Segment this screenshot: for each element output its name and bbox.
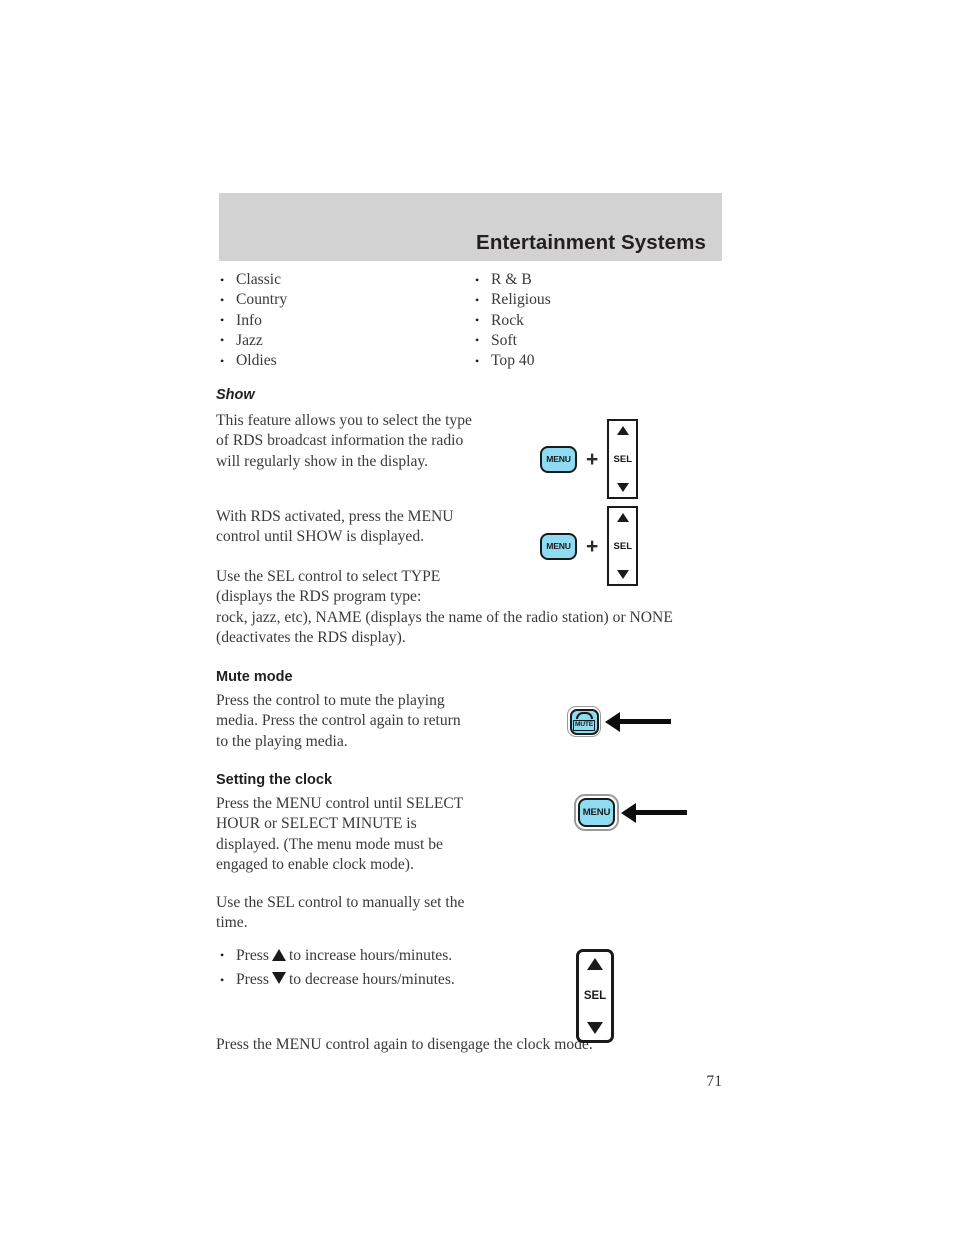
phone-handset-icon (575, 712, 593, 720)
show-paragraph-2: With RDS activated, press the MENU contr… (216, 508, 454, 546)
mute-block: Press the control to mute the playing me… (216, 691, 722, 771)
page-title: Entertainment Systems (476, 231, 706, 254)
decrease-label: to decrease hours/minutes. (288, 971, 455, 989)
pointer-arrow-icon (605, 711, 671, 732)
page-content: Classic Country Info Jazz Oldies R & B R… (216, 269, 722, 1099)
footer: 71 (216, 1055, 722, 1099)
triangle-up-icon (271, 948, 286, 961)
menu-button-graphic: MENU (574, 794, 687, 832)
menu-button[interactable]: MENU (540, 532, 577, 560)
pointer-arrow-icon (621, 802, 687, 823)
genre-column-right: R & B Religious Rock Soft Top 40 (471, 269, 551, 372)
manual-page: Entertainment Systems Classic Country In… (0, 0, 954, 1235)
list-item-decrease: Press to decrease hours/minutes. (216, 970, 722, 991)
list-item: Jazz (216, 330, 287, 351)
sel-control[interactable]: SEL (607, 506, 639, 586)
triangle-up-icon[interactable] (616, 426, 629, 435)
mute-label: MUTE (572, 720, 596, 731)
list-item: Soft (471, 330, 551, 351)
list-item: Rock (471, 310, 551, 331)
triangle-down-icon[interactable] (587, 1022, 603, 1035)
list-item: Religious (471, 290, 551, 311)
triangle-up-icon[interactable] (616, 513, 629, 522)
clock-paragraph-1: Press the MENU control until SELECT HOUR… (216, 795, 464, 874)
menu-button[interactable]: MENU (540, 445, 577, 473)
triangle-down-icon[interactable] (616, 483, 629, 492)
list-item: Country (216, 290, 287, 311)
list-item: R & B (471, 269, 551, 290)
sel-control-graphic: SEL (576, 949, 614, 1044)
mute-graphic: MUTE (567, 706, 671, 738)
list-item: Top 40 (471, 351, 551, 372)
clock-block-2: Use the SEL control to manually set the … (216, 893, 722, 1044)
genre-list-left: Classic Country Info Jazz Oldies (216, 269, 287, 372)
arrow-head (621, 802, 636, 823)
sel-label: SEL (613, 453, 632, 465)
page-number: 71 (706, 1073, 722, 1091)
section-heading-mute: Mute mode (216, 669, 293, 686)
sel-control[interactable]: SEL (576, 949, 614, 1044)
menu-button-face: MENU (578, 798, 615, 828)
plus-icon: + (586, 534, 599, 558)
list-item-increase: Press to increase hours/minutes. (216, 945, 722, 966)
plus-icon: + (586, 447, 599, 471)
menu-plus-sel-graphic-2: MENU + SEL (540, 506, 639, 586)
mute-paragraph-1: Press the control to mute the playing me… (216, 692, 461, 750)
increase-label: to increase hours/minutes. (288, 946, 453, 964)
sel-control[interactable]: SEL (607, 419, 639, 499)
clock-paragraph-2: Use the SEL control to manually set the … (216, 894, 465, 932)
show-paragraph-4: rock, jazz, etc), NAME (displays the nam… (216, 608, 673, 646)
section-heading-clock: Setting the clock (216, 772, 333, 789)
press-label: Press (236, 946, 269, 964)
list-item: Info (216, 310, 287, 331)
menu-plus-sel-graphic-1: MENU + SEL (540, 419, 639, 499)
section-heading-show: Show (216, 387, 255, 403)
arrow-shaft (620, 719, 671, 724)
triangle-down-icon (271, 972, 286, 985)
triangle-up-icon[interactable] (587, 958, 603, 971)
sel-label: SEL (583, 990, 607, 1003)
clock-steps-list: Press to increase hours/minutes. Press to … (216, 945, 722, 991)
show-paragraph-1: This feature allows you to select the ty… (216, 412, 472, 470)
menu-button[interactable]: MENU (574, 794, 619, 832)
arrow-head (605, 711, 620, 732)
show-paragraph-3: Use the SEL control to select TYPE (disp… (216, 568, 441, 606)
sel-label: SEL (613, 540, 632, 552)
press-label: Press (236, 971, 269, 989)
page-header-band: Entertainment Systems (219, 193, 722, 261)
mute-button[interactable]: MUTE (567, 706, 601, 738)
show-block-2: With RDS activated, press the MENU contr… (216, 506, 722, 586)
mute-button-face: MUTE (569, 708, 599, 735)
arrow-shaft (636, 810, 687, 815)
genre-list: Classic Country Info Jazz Oldies R & B R… (216, 269, 722, 372)
show-block-1: This feature allows you to select the ty… (216, 411, 722, 507)
clock-block-1: Press the MENU control until SELECT HOUR… (216, 794, 722, 896)
genre-list-right: R & B Religious Rock Soft Top 40 (471, 269, 551, 372)
genre-column-left: Classic Country Info Jazz Oldies (216, 269, 287, 372)
list-item: Oldies (216, 351, 287, 372)
triangle-down-icon[interactable] (616, 570, 629, 579)
list-item: Classic (216, 269, 287, 290)
